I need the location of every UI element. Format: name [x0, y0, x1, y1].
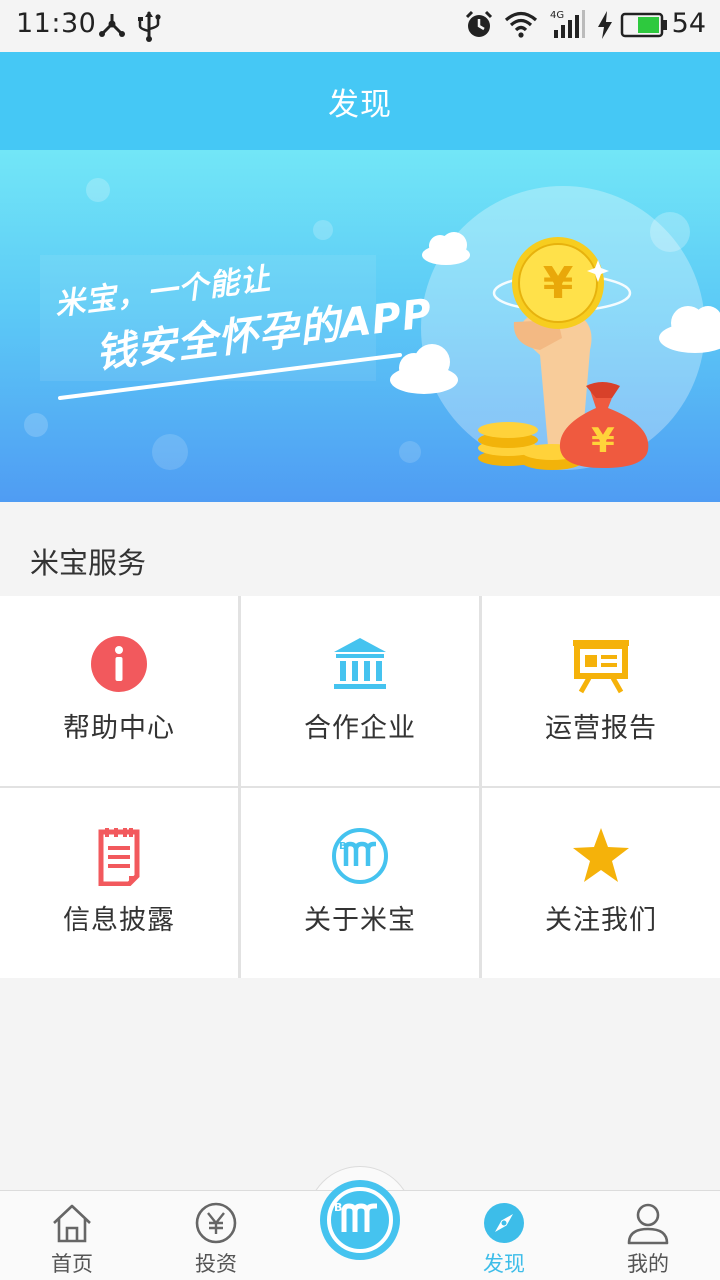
person-icon — [627, 1203, 669, 1245]
nav-label: 投资 — [195, 1252, 237, 1276]
page-title: 发现 — [328, 86, 392, 123]
charging-icon — [598, 11, 612, 39]
wifi-icon — [504, 11, 538, 38]
service-label: 关注我们 — [545, 905, 657, 936]
battery-icon — [620, 12, 667, 38]
nav-label: 发现 — [483, 1252, 525, 1276]
service-info-disclosure[interactable]: 信息披露 — [0, 788, 238, 978]
coin-yen-symbol: ¥ — [543, 258, 574, 309]
services-grid: 帮助中心 合作企业 运营报告 信息披露 B 关于米宝 关注我们 — [0, 596, 720, 978]
presentation-board-icon — [573, 640, 629, 694]
mibao-logo-icon: B — [327, 1187, 393, 1253]
compass-icon — [484, 1203, 524, 1243]
signal-icon — [554, 10, 585, 38]
bank-icon — [334, 638, 386, 689]
app-header: 发现 — [0, 52, 720, 150]
svg-text:B: B — [334, 1201, 342, 1214]
info-icon — [91, 636, 147, 692]
service-operation-report[interactable]: 运营报告 — [482, 596, 720, 786]
alarm-icon — [465, 10, 493, 37]
promo-banner[interactable]: ¥ ¥ 米宝，一个能让 钱安全怀孕的APP — [0, 150, 720, 502]
usb-debug-icon — [99, 14, 125, 37]
nav-mine[interactable]: 我的 — [576, 1191, 720, 1280]
mibao-logo-icon: B — [332, 828, 388, 884]
nav-invest[interactable]: 投资 — [144, 1191, 288, 1280]
bag-yen-symbol: ¥ — [591, 421, 615, 461]
service-about-mibao[interactable]: B 关于米宝 — [241, 788, 479, 978]
service-label: 运营报告 — [545, 713, 657, 744]
service-label: 合作企业 — [304, 713, 416, 744]
home-icon — [53, 1204, 91, 1243]
service-label: 关于米宝 — [304, 905, 416, 936]
yen-circle-icon — [195, 1202, 237, 1244]
nav-home[interactable]: 首页 — [0, 1191, 144, 1280]
service-help-center[interactable]: 帮助中心 — [0, 596, 238, 786]
notepad-icon — [98, 828, 140, 886]
section-title: 米宝服务 — [30, 546, 147, 580]
service-partners[interactable]: 合作企业 — [241, 596, 479, 786]
nav-discover[interactable]: 发现 — [432, 1191, 576, 1280]
star-icon — [573, 828, 629, 882]
status-bar: 11:30 4G 54 — [0, 0, 720, 52]
usb-icon — [138, 11, 161, 42]
service-label: 帮助中心 — [63, 713, 175, 744]
battery-level: 54 — [671, 8, 706, 39]
nav-label: 首页 — [51, 1252, 93, 1276]
svg-text:B: B — [339, 841, 347, 852]
center-mibao-button[interactable]: B — [320, 1180, 400, 1260]
service-label: 信息披露 — [63, 905, 175, 936]
service-follow-us[interactable]: 关注我们 — [482, 788, 720, 978]
status-time: 11:30 — [16, 8, 97, 39]
nav-label: 我的 — [627, 1252, 669, 1276]
